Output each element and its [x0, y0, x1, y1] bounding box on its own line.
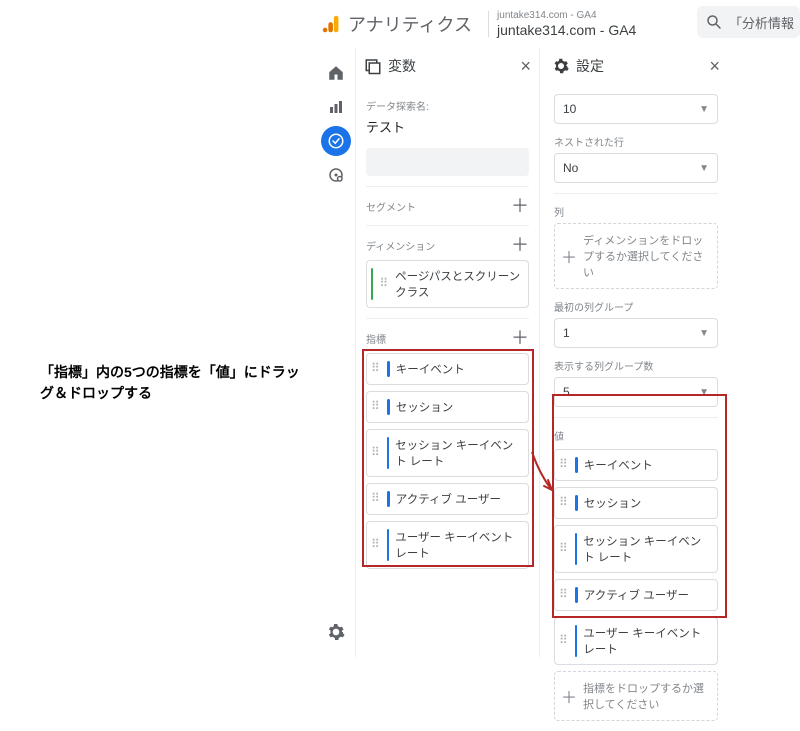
gear-icon	[326, 622, 346, 642]
variables-title: 変数	[388, 56, 416, 76]
drag-handle-icon: ⠿	[559, 637, 569, 644]
date-range-box[interactable]	[366, 148, 529, 176]
nested-rows-value: No	[563, 161, 578, 175]
value-chip-label: キーイベント	[584, 457, 653, 473]
metric-chip[interactable]: ⠿ セッション キーイベント レート	[366, 429, 529, 477]
drag-handle-icon: ⠿	[371, 365, 381, 372]
arrow-icon	[530, 450, 560, 500]
nav-explore[interactable]	[321, 126, 351, 156]
add-dimension[interactable]: ＋	[511, 236, 529, 254]
chevron-down-icon: ▼	[699, 104, 709, 115]
metric-chip[interactable]: ⠿ ユーザー キーイベント レート	[366, 521, 529, 569]
annotation-text: 「指標」内の5つの指標を「値」にドラッグ＆ドロップする	[40, 362, 300, 404]
dimensions-label: ディメンション	[366, 238, 435, 253]
value-chip[interactable]: ⠿ セッション キーイベント レート	[554, 525, 718, 573]
settings-panel: 設定 × 10 ▼ ネストされた行 No ▼ 列 ＋ ディメンションをドロップす…	[544, 48, 728, 657]
bar-chart-icon	[327, 98, 345, 116]
property-small: juntake314.com - GA4	[497, 10, 636, 22]
metric-chip[interactable]: ⠿ アクティブ ユーザー	[366, 483, 529, 515]
value-chip[interactable]: ⠿ セッション	[554, 487, 718, 519]
drag-handle-icon: ⠿	[559, 591, 569, 598]
rows-show-value: 10	[563, 102, 576, 116]
nav-ads[interactable]	[321, 160, 351, 190]
rows-show-select[interactable]: 10 ▼	[554, 94, 718, 124]
header-divider	[488, 11, 489, 37]
settings-icon	[552, 57, 570, 75]
chevron-down-icon: ▼	[699, 328, 709, 339]
show-col-groups-value: 5	[563, 385, 570, 399]
chevron-down-icon: ▼	[699, 163, 709, 174]
add-segment[interactable]: ＋	[511, 197, 529, 215]
analytics-logo-icon	[320, 12, 344, 36]
metric-chip[interactable]: ⠿ キーイベント	[366, 353, 529, 385]
metrics-label: 指標	[366, 331, 386, 346]
exploration-name-label: データ探索名:	[366, 98, 529, 113]
target-icon	[327, 166, 345, 184]
metric-chip-label: ユーザー キーイベント レート	[395, 529, 522, 561]
value-chip[interactable]: ⠿ キーイベント	[554, 449, 718, 481]
values-label: 値	[554, 417, 718, 443]
search-input[interactable]: 「分析情報	[697, 6, 800, 38]
value-chip-label: ユーザー キーイベント レート	[583, 625, 711, 657]
add-metric[interactable]: ＋	[511, 329, 529, 347]
metric-chip[interactable]: ⠿ セッション	[366, 391, 529, 423]
nested-rows-select[interactable]: No ▼	[554, 153, 718, 183]
search-icon	[705, 13, 723, 31]
metrics-list: ⠿ キーイベント ⠿ セッション ⠿ セッション キーイベント レート ⠿ アクティブ ユーザ…	[366, 353, 529, 569]
value-chip-label: アクティブ ユーザー	[584, 587, 689, 603]
dimension-chip[interactable]: ⠿ ページパスとスクリーン クラス	[366, 260, 529, 308]
dimension-chip-label: ページパスとスクリーン クラス	[395, 268, 522, 300]
show-col-groups-label: 表示する列グループ数	[554, 358, 718, 373]
metric-chip-label: セッション キーイベント レート	[395, 437, 522, 469]
value-chip-label: セッション キーイベント レート	[583, 533, 711, 565]
settings-title: 設定	[576, 56, 604, 76]
value-chip-label: セッション	[584, 495, 642, 511]
product-name: アナリティクス	[348, 11, 472, 37]
drag-handle-icon: ⠿	[559, 545, 569, 552]
drag-handle-icon: ⠿	[559, 461, 569, 468]
nav-home[interactable]	[321, 58, 351, 88]
value-chip[interactable]: ⠿ アクティブ ユーザー	[554, 579, 718, 611]
drag-handle-icon: ⠿	[379, 280, 389, 287]
explore-icon	[327, 132, 345, 150]
chevron-down-icon: ▼	[699, 387, 709, 398]
close-variables[interactable]: ×	[520, 57, 531, 75]
drag-handle-icon: ⠿	[371, 541, 381, 548]
drag-handle-icon: ⠿	[371, 403, 381, 410]
values-drop[interactable]: ＋ 指標をドロップするか選択してください	[554, 671, 718, 721]
exploration-name[interactable]: テスト	[366, 117, 529, 136]
metric-chip-label: セッション	[396, 399, 454, 415]
show-col-groups-select[interactable]: 5 ▼	[554, 377, 718, 407]
drag-handle-icon: ⠿	[371, 449, 381, 456]
nav-rail	[316, 48, 356, 657]
metric-chip-label: キーイベント	[396, 361, 465, 377]
columns-drop[interactable]: ＋ ディメンションをドロップするか選択してください	[554, 223, 718, 289]
variables-icon	[364, 57, 382, 75]
search-placeholder: 「分析情報	[729, 13, 794, 32]
metric-chip-label: アクティブ ユーザー	[396, 491, 501, 507]
drag-handle-icon: ⠿	[371, 495, 381, 502]
property-selector[interactable]: juntake314.com - GA4 juntake314.com - GA…	[497, 10, 636, 38]
columns-label: 列	[554, 193, 718, 219]
nested-rows-label: ネストされた行	[554, 134, 718, 149]
property-big: juntake314.com - GA4	[497, 22, 636, 38]
nav-reports[interactable]	[321, 92, 351, 122]
value-chip[interactable]: ⠿ ユーザー キーイベント レート	[554, 617, 718, 665]
segments-label: セグメント	[366, 199, 416, 214]
first-col-group-select[interactable]: 1 ▼	[554, 318, 718, 348]
variables-panel: 変数 × データ探索名: テスト セグメント ＋ ディメンション ＋ ⠿ ページ…	[356, 48, 540, 657]
drag-handle-icon: ⠿	[559, 499, 569, 506]
home-icon	[327, 64, 345, 82]
first-col-group-label: 最初の列グループ	[554, 299, 718, 314]
values-list: ⠿ キーイベント ⠿ セッション ⠿ セッション キーイベント レート ⠿ アクティブ ユーザ…	[554, 449, 718, 665]
columns-drop-text: ディメンションをドロップするか選択してください	[583, 232, 711, 280]
close-settings[interactable]: ×	[709, 57, 720, 75]
app-header: アナリティクス juntake314.com - GA4 juntake314.…	[316, 6, 800, 42]
nav-settings[interactable]	[321, 617, 351, 647]
values-drop-text: 指標をドロップするか選択してください	[583, 680, 711, 712]
first-col-group-value: 1	[563, 326, 570, 340]
